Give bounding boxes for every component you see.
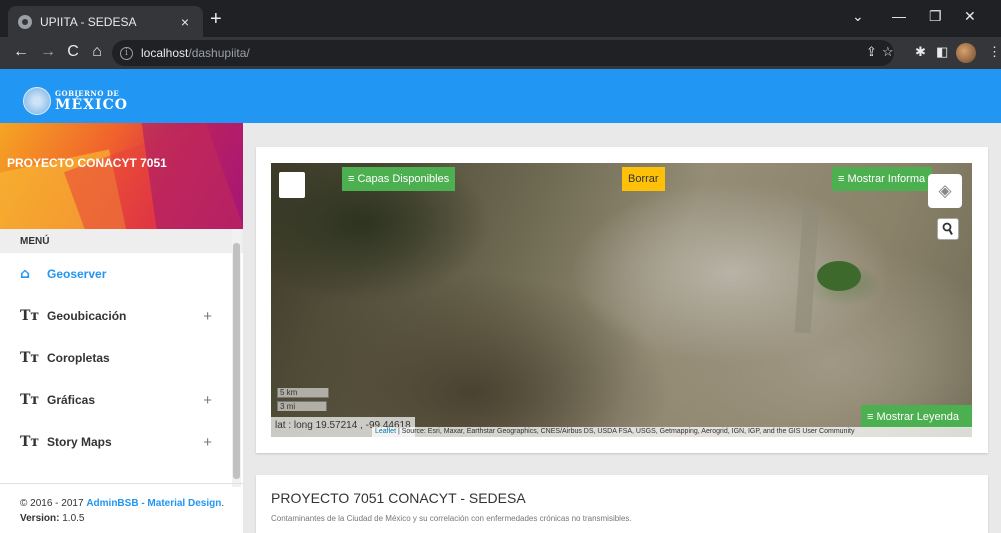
menu-item-label: Geoserver	[47, 267, 107, 281]
sidebar: PROYECTO CONACYT 7051 MENÚ ⌂ Geoserver T…	[0, 123, 243, 533]
text-size-icon: Tт	[20, 350, 40, 366]
forward-icon[interactable]: →	[39, 43, 57, 61]
expand-icon[interactable]: +	[203, 308, 212, 325]
expand-icon[interactable]: +	[203, 392, 212, 409]
menu-icon[interactable]: ⋮	[988, 44, 1001, 60]
share-icon[interactable]: ⇪	[866, 44, 877, 60]
back-icon[interactable]: ←	[12, 43, 30, 61]
info-icon[interactable]: i	[120, 46, 133, 60]
map-attribution: Leaflet | Source: Esri, Maxar, Earthstar…	[372, 427, 972, 437]
home-icon: ⌂	[20, 266, 31, 282]
banner-title: PROYECTO CONACYT 7051	[7, 156, 167, 170]
address-bar[interactable]: i localhost/dashupiita/	[112, 40, 894, 66]
restore-icon[interactable]: ❐	[929, 8, 942, 25]
sidebar-banner: PROYECTO CONACYT 7051	[0, 123, 243, 229]
text-size-icon: Tт	[20, 434, 40, 450]
new-tab-button[interactable]: +	[210, 9, 222, 29]
layers-icon[interactable]: ◈	[928, 174, 962, 208]
url-host: localhost	[141, 46, 189, 60]
search-icon	[942, 222, 953, 235]
menu-item-graficas[interactable]: Tт Gráficas +	[0, 379, 232, 421]
show-legend-button[interactable]: ≡ Mostrar Leyenda	[861, 405, 972, 428]
menu-item-geoserver[interactable]: ⌂ Geoserver	[0, 253, 232, 295]
home-icon[interactable]: ⌂	[88, 43, 106, 61]
browser-tab[interactable]: UPIITA - SEDESA ×	[8, 6, 203, 37]
version-label: Version:	[20, 513, 60, 524]
profile-avatar[interactable]	[956, 43, 976, 63]
menu-heading: MENÚ	[0, 229, 243, 253]
browser-toolbar: ← → C ⌂ i localhost/dashupiita/ ⇪ ☆ ✱ ◧ …	[0, 37, 1001, 69]
menu-item-label: Geoubicación	[47, 309, 127, 323]
text-size-icon: Tт	[20, 392, 40, 408]
menu-item-story-maps[interactable]: Tт Story Maps +	[0, 421, 232, 463]
sidepanel-icon[interactable]: ◧	[936, 44, 948, 60]
favicon-icon	[18, 14, 32, 29]
tab-close-button[interactable]: ×	[177, 14, 193, 30]
menu-item-label: Story Maps	[47, 435, 112, 449]
map-control-box[interactable]	[279, 172, 305, 198]
tab-search-icon[interactable]: ⌄	[852, 8, 864, 25]
scale-km: 5 km	[277, 388, 329, 398]
leaflet-link[interactable]: Leaflet	[375, 428, 396, 435]
menu-list: ⌂ Geoserver Tт Geoubicación + Tт Corople…	[0, 253, 232, 463]
project-subtitle: Contaminantes de la Ciudad de México y s…	[271, 514, 632, 523]
star-icon[interactable]: ☆	[882, 44, 894, 60]
map-search-button[interactable]	[937, 218, 959, 240]
reload-icon[interactable]: C	[64, 43, 82, 61]
footer-dot: .	[221, 498, 225, 509]
seal-icon	[23, 87, 51, 115]
project-title: PROYECTO 7051 CONACYT - SEDESA	[271, 490, 526, 506]
clear-button[interactable]: Borrar	[622, 167, 665, 191]
layers-available-button[interactable]: ≡ Capas Disponibles	[342, 167, 456, 191]
minimize-icon[interactable]: —	[892, 8, 906, 24]
sidebar-scrollbar[interactable]	[232, 229, 241, 487]
extensions-icon[interactable]: ✱	[915, 44, 926, 60]
map-runway	[794, 202, 820, 334]
gobierno-logo[interactable]: GOBIERNO DE MÉXICO	[23, 87, 128, 115]
expand-icon[interactable]: +	[203, 434, 212, 451]
show-info-button[interactable]: ≡ Mostrar Informa	[832, 167, 932, 191]
attribution-text: | Source: Esri, Maxar, Earthstar Geograp…	[396, 428, 855, 435]
menu-item-label: Coropletas	[47, 351, 110, 365]
tab-title: UPIITA - SEDESA	[40, 14, 137, 29]
version-value: 1.0.5	[59, 513, 85, 524]
close-window-icon[interactable]: ✕	[964, 8, 976, 25]
sidebar-footer: © 2016 - 2017 AdminBSB - Material Design…	[0, 483, 243, 533]
footer-brand-link[interactable]: AdminBSB - Material Design	[86, 498, 221, 509]
browser-tab-bar: UPIITA - SEDESA × + ⌄ — ❐ ✕	[0, 0, 1001, 37]
scrollbar-thumb[interactable]	[233, 243, 240, 479]
map-lake	[817, 261, 861, 291]
footer-copyright: © 2016 - 2017	[20, 498, 87, 509]
logo-big-text: MÉXICO	[55, 96, 128, 113]
menu-item-label: Gráficas	[47, 393, 96, 407]
url-path: /dashupiita/	[188, 46, 250, 60]
satellite-map[interactable]: ≡ Capas Disponibles Borrar ≡ Mostrar Inf…	[271, 163, 972, 437]
app-header: GOBIERNO DE MÉXICO	[0, 69, 1001, 123]
scale-mi: 3 mi	[277, 401, 327, 411]
text-size-icon: Tт	[20, 308, 40, 324]
menu-item-geoubicacion[interactable]: Tт Geoubicación +	[0, 295, 232, 337]
menu-item-coropletas[interactable]: Tт Coropletas	[0, 337, 232, 379]
